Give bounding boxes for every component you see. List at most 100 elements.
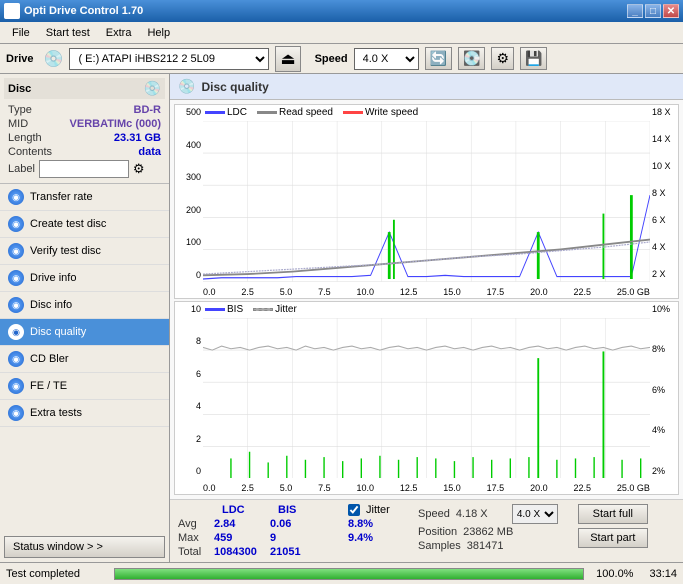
close-button[interactable]: ✕ xyxy=(663,4,679,18)
stats-col-values: LDC BIS Avg 2.84 0.06 Max 459 9 Total 10… xyxy=(178,504,328,558)
chart1-x-axis: 0.02.55.07.510.012.515.017.520.022.525.0… xyxy=(203,287,650,297)
drive-icon: 💿 xyxy=(44,49,64,69)
legend-read-speed: Read speed xyxy=(257,107,333,118)
stats-bar: LDC BIS Avg 2.84 0.06 Max 459 9 Total 10… xyxy=(170,499,683,562)
main-layout: Disc 💿 Type BD-R MID VERBATIMc (000) Len… xyxy=(0,74,683,562)
maximize-button[interactable]: □ xyxy=(645,4,661,18)
disc-type-value: BD-R xyxy=(134,104,162,116)
save-button[interactable]: 💾 xyxy=(520,47,547,70)
disc-info-label: Disc info xyxy=(30,299,72,311)
stats-ldc-header: LDC xyxy=(222,504,272,516)
status-window-button[interactable]: Status window > > xyxy=(4,536,165,558)
chart1-legend: LDC Read speed Write speed xyxy=(205,107,418,118)
sidebar-item-verify-test-disc[interactable]: ◉ Verify test disc xyxy=(0,238,169,265)
disc-quality-icon: ◉ xyxy=(8,324,24,340)
stats-max-ldc: 459 xyxy=(214,532,264,544)
refresh-button[interactable]: 🔄 xyxy=(425,47,452,70)
chart1-y-right: 18 X14 X10 X8 X6 X4 X2 X xyxy=(650,105,678,282)
drivebar: Drive 💿 ( E:) ATAPI iHBS212 2 5L09 ⏏ Spe… xyxy=(0,44,683,74)
samples-value: 381471 xyxy=(467,540,517,552)
nav-menu: ◉ Transfer rate ◉ Create test disc ◉ Ver… xyxy=(0,184,169,427)
sidebar-item-drive-info[interactable]: ◉ Drive info xyxy=(0,265,169,292)
speed-row: Speed 4.18 X 4.0 X xyxy=(418,504,558,524)
speed-select[interactable]: 4.0 X xyxy=(354,48,419,70)
app-title: Opti Drive Control 1.70 xyxy=(24,5,627,17)
legend-jitter: Jitter xyxy=(253,304,297,315)
sidebar-item-create-test-disc[interactable]: ◉ Create test disc xyxy=(0,211,169,238)
disc-label-label: Label xyxy=(8,163,35,175)
stats-col-jitter: Jitter 8.8% 9.4% xyxy=(348,504,398,544)
stats-col-actions: Start full Start part xyxy=(578,504,648,548)
progress-bar-fill xyxy=(115,569,583,579)
minimize-button[interactable]: _ xyxy=(627,4,643,18)
disc-header-label: Disc xyxy=(8,83,31,95)
position-label: Position xyxy=(418,526,457,538)
drive-select[interactable]: ( E:) ATAPI iHBS212 2 5L09 xyxy=(69,48,269,70)
start-part-button[interactable]: Start part xyxy=(578,528,648,548)
disc-button[interactable]: 💽 xyxy=(458,47,485,70)
disc-mid-row: MID VERBATIMc (000) xyxy=(4,117,165,131)
app-icon: ⊙ xyxy=(4,3,20,19)
position-row: Position 23862 MB xyxy=(418,526,558,538)
legend-ldc-label: LDC xyxy=(227,107,247,118)
jitter-checkbox[interactable] xyxy=(348,504,360,516)
extra-tests-label: Extra tests xyxy=(30,407,82,419)
sidebar-item-disc-info[interactable]: ◉ Disc info xyxy=(0,292,169,319)
disc-header: Disc 💿 xyxy=(4,78,165,99)
chart-ldc: LDC Read speed Write speed 5004003002001… xyxy=(174,104,679,299)
sidebar-item-fe-te[interactable]: ◉ FE / TE xyxy=(0,373,169,400)
stats-avg-bis: 0.06 xyxy=(270,518,320,530)
disc-type-label: Type xyxy=(8,104,32,116)
speed-quality-select[interactable]: 4.0 X xyxy=(512,504,558,524)
menu-extra[interactable]: Extra xyxy=(98,25,140,41)
create-test-disc-icon: ◉ xyxy=(8,216,24,232)
legend-ldc: LDC xyxy=(205,107,247,118)
stats-avg-row: Avg 2.84 0.06 xyxy=(178,518,328,530)
jitter-max-value: 9.4% xyxy=(348,532,398,544)
statusbar: Test completed 100.0% 33:14 xyxy=(0,562,683,584)
chart1-svg xyxy=(203,121,650,282)
jitter-header-row: Jitter xyxy=(348,504,398,516)
sidebar-item-extra-tests[interactable]: ◉ Extra tests xyxy=(0,400,169,427)
extra-tests-icon: ◉ xyxy=(8,405,24,421)
chart1-y-left: 5004003002001000 xyxy=(175,105,203,282)
progress-pct: 100.0% xyxy=(596,568,633,580)
stats-avg-ldc: 2.84 xyxy=(214,518,264,530)
create-test-disc-label: Create test disc xyxy=(30,218,106,230)
stats-col-speed: Speed 4.18 X 4.0 X Position 23862 MB Sam… xyxy=(418,504,558,552)
legend-bis-color xyxy=(205,308,225,311)
speed-value: 4.18 X xyxy=(456,508,506,520)
disc-panel: Disc 💿 Type BD-R MID VERBATIMc (000) Len… xyxy=(0,74,169,184)
samples-label: Samples xyxy=(418,540,461,552)
transfer-rate-icon: ◉ xyxy=(8,189,24,205)
legend-read-speed-label: Read speed xyxy=(279,107,333,118)
disc-length-label: Length xyxy=(8,132,42,144)
legend-write-speed: Write speed xyxy=(343,107,418,118)
speed-label: Speed xyxy=(418,508,450,520)
drive-label: Drive xyxy=(6,53,34,65)
legend-write-speed-color xyxy=(343,111,363,114)
sidebar: Disc 💿 Type BD-R MID VERBATIMc (000) Len… xyxy=(0,74,170,562)
drive-info-icon: ◉ xyxy=(8,270,24,286)
menu-help[interactable]: Help xyxy=(139,25,178,41)
disc-label-row: Label ⚙ xyxy=(4,159,165,179)
sidebar-item-cd-bler[interactable]: ◉ CD Bler xyxy=(0,346,169,373)
disc-label-input[interactable] xyxy=(39,160,129,178)
menu-start-test[interactable]: Start test xyxy=(38,25,98,41)
start-full-button[interactable]: Start full xyxy=(578,504,648,524)
menu-file[interactable]: File xyxy=(4,25,38,41)
disc-length-value: 23.31 GB xyxy=(114,132,161,144)
disc-contents-row: Contents data xyxy=(4,145,165,159)
disc-label-icon[interactable]: ⚙ xyxy=(133,161,145,177)
stats-total-bis: 21051 xyxy=(270,546,320,558)
eject-button[interactable]: ⏏ xyxy=(275,46,300,72)
stats-total-ldc: 1084300 xyxy=(214,546,264,558)
fe-te-label: FE / TE xyxy=(30,380,67,392)
cd-bler-icon: ◉ xyxy=(8,351,24,367)
sidebar-item-disc-quality[interactable]: ◉ Disc quality xyxy=(0,319,169,346)
content-header: 💿 Disc quality xyxy=(170,74,683,100)
jitter-label: Jitter xyxy=(366,504,390,516)
status-text: Test completed xyxy=(6,568,106,580)
sidebar-item-transfer-rate[interactable]: ◉ Transfer rate xyxy=(0,184,169,211)
settings-button[interactable]: ⚙ xyxy=(491,47,514,70)
